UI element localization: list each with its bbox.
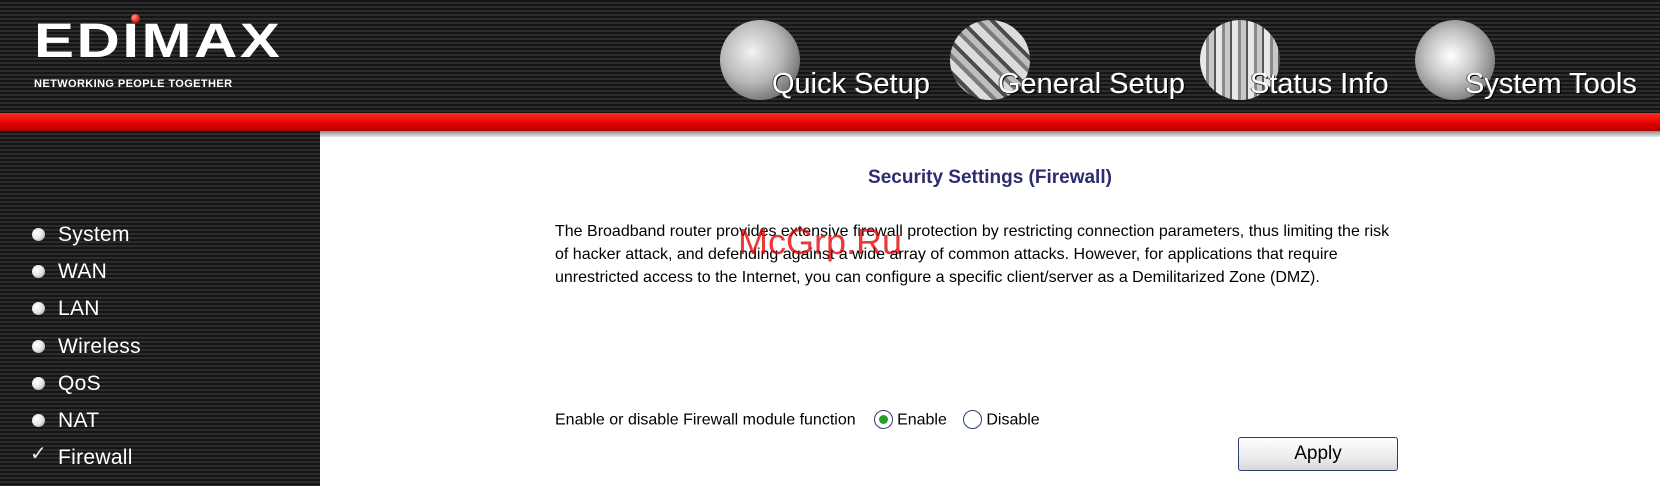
- sidebar-item-wan[interactable]: WAN: [30, 258, 290, 288]
- edimax-logo: EDIMAX NETWORKING PEOPLE TOGETHER: [34, 14, 280, 90]
- firewall-toggle-row: Enable or disable Firewall module functi…: [555, 410, 1040, 430]
- nav-quick-setup-label: Quick Setup: [772, 68, 930, 100]
- sidebar-item-label: Firewall: [58, 446, 133, 469]
- nav-system-tools-label: System Tools: [1465, 68, 1637, 100]
- apply-button[interactable]: Apply: [1238, 437, 1398, 471]
- sidebar-item-label: NAT: [58, 409, 100, 432]
- sidebar-item-qos[interactable]: QoS: [30, 370, 290, 400]
- logo-red-dot: [131, 14, 140, 23]
- nav-status-info-label: Status Info: [1250, 68, 1389, 100]
- bullet-icon: [32, 302, 45, 315]
- bullet-icon: [32, 228, 45, 241]
- sidebar-item-system[interactable]: System: [30, 221, 290, 251]
- firewall-description: The Broadband router provides extensive …: [555, 223, 1390, 286]
- checkmark-icon: ✓: [30, 443, 47, 465]
- nav-general-setup-label: General Setup: [998, 68, 1186, 100]
- watermark-text: McGrp.Ru: [738, 221, 903, 262]
- page-title: Security Settings (Firewall): [868, 167, 1112, 188]
- main-content: Security Settings (Firewall) The Broadba…: [320, 137, 1660, 486]
- red-divider-bar: [0, 113, 1660, 131]
- sidebar-item-label: QoS: [58, 372, 101, 395]
- nav-quick-setup[interactable]: Quick Setup: [720, 20, 940, 110]
- enable-radio[interactable]: [874, 410, 894, 429]
- sidebar-item-lan[interactable]: LAN: [30, 295, 290, 325]
- nav-system-tools[interactable]: System Tools: [1415, 20, 1660, 110]
- sidebar-item-firewall[interactable]: ✓ Firewall: [30, 444, 290, 474]
- bullet-icon: [32, 377, 45, 390]
- logo-wordmark: EDIMAX: [34, 15, 283, 68]
- bullet-icon: [32, 340, 45, 353]
- sidebar-item-label: LAN: [58, 297, 100, 320]
- nav-general-setup[interactable]: General Setup: [950, 20, 1190, 110]
- enable-radio-label[interactable]: Enable: [897, 412, 947, 429]
- sidebar-item-label: WAN: [58, 260, 108, 283]
- sidebar-item-nat[interactable]: NAT: [30, 407, 290, 437]
- logo-tagline: NETWORKING PEOPLE TOGETHER: [34, 78, 233, 90]
- disable-radio[interactable]: [963, 410, 983, 429]
- bullet-icon: [32, 414, 45, 427]
- sidebar: System WAN LAN Wireless QoS NAT ✓ Firewa…: [0, 131, 320, 486]
- sidebar-item-wireless[interactable]: Wireless: [30, 333, 290, 363]
- disable-radio-label[interactable]: Disable: [986, 412, 1039, 429]
- firewall-toggle-label: Enable or disable Firewall module functi…: [555, 411, 856, 429]
- sidebar-item-label: Wireless: [58, 335, 141, 358]
- bullet-icon: [32, 265, 45, 278]
- header-bar: EDIMAX NETWORKING PEOPLE TOGETHER Quick …: [0, 0, 1660, 113]
- sidebar-item-label: System: [58, 223, 130, 246]
- nav-status-info[interactable]: Status Info: [1200, 20, 1400, 110]
